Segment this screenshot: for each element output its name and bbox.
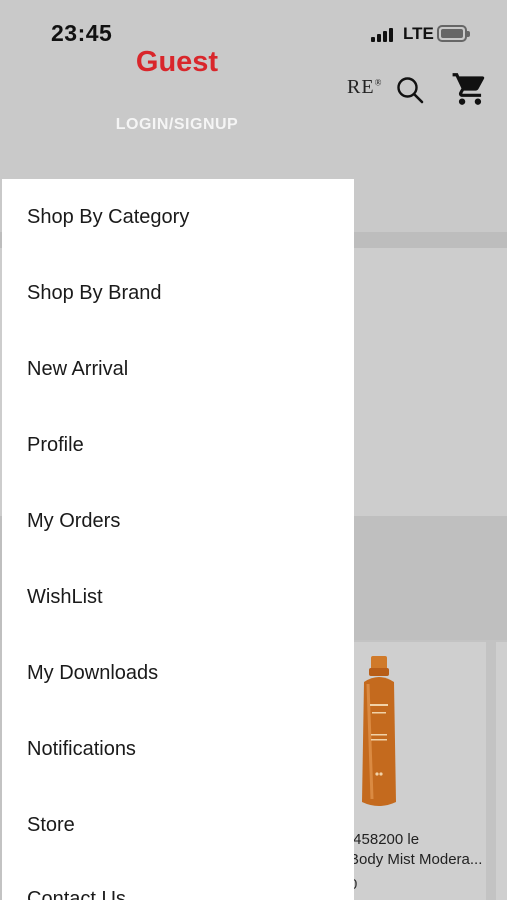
brand-registered-mark: ® [374, 77, 383, 88]
menu-item-profile[interactable]: Profile [2, 407, 354, 483]
menu-item-my-downloads[interactable]: My Downloads [2, 635, 354, 711]
cart-icon[interactable] [451, 70, 489, 108]
navigation-drawer: Shop By Category Shop By Brand New Arriv… [2, 179, 354, 900]
menu-item-store[interactable]: Store [2, 787, 354, 863]
menu-item-shop-by-brand[interactable]: Shop By Brand [2, 255, 354, 331]
battery-icon [437, 25, 470, 42]
product-name-line2: Body Mist Modera... [349, 851, 483, 868]
search-icon[interactable] [396, 76, 424, 104]
product-name-line1: /458200 le [349, 831, 420, 848]
menu-item-my-orders[interactable]: My Orders [2, 483, 354, 559]
product-name: /458200 le Body Mist Modera... [349, 830, 489, 870]
menu-item-contact-us[interactable]: Contact Us [2, 863, 354, 900]
login-signup-link[interactable]: LOGIN/SIGNUP [0, 116, 354, 134]
drawer-user-header: Guest LOGIN/SIGNUP [0, 40, 354, 180]
product-image [362, 656, 396, 806]
menu-item-new-arrival[interactable]: New Arrival [2, 331, 354, 407]
user-name: Guest [135, 46, 219, 78]
menu-item-wishlist[interactable]: WishList [2, 559, 354, 635]
product-card[interactable] [496, 642, 507, 900]
menu-item-notifications[interactable]: Notifications [2, 711, 354, 787]
menu-item-shop-by-category[interactable]: Shop By Category [2, 179, 354, 255]
network-type: LTE [403, 24, 434, 43]
signal-icon [371, 28, 397, 42]
